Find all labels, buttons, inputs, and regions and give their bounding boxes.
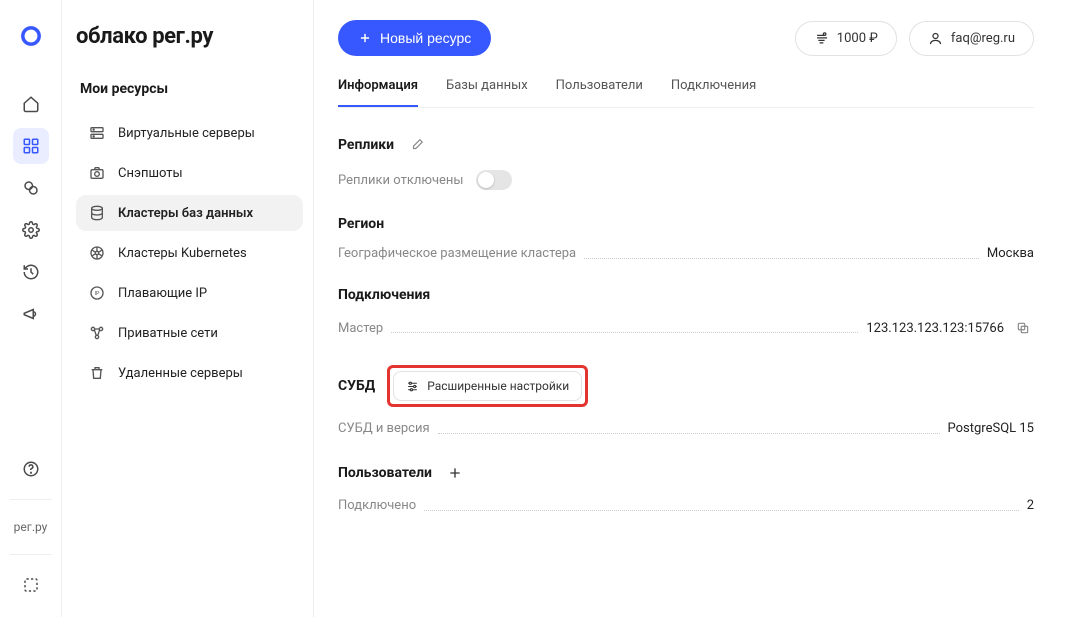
sidebar-item-floating-ip[interactable]: IP Плавающие IP [76, 275, 303, 311]
balance-value: 1000 ₽ [837, 31, 878, 46]
advanced-settings-button[interactable]: Расширенные настройки [393, 371, 582, 401]
copy-address-button[interactable] [1012, 317, 1034, 339]
database-icon [88, 205, 106, 221]
section-title: Пользователи [338, 465, 432, 481]
rail-history[interactable] [13, 254, 49, 290]
sidebar-item-label: Кластеры Kubernetes [118, 246, 247, 261]
sidebar-item-label: Кластеры баз данных [118, 206, 253, 221]
rail-collapse[interactable] [13, 567, 49, 603]
topbar: Новый ресурс 1000 ₽ faq@reg.ru [338, 20, 1034, 56]
section-title: Подключения [338, 287, 430, 303]
region-value: Москва [987, 246, 1034, 261]
section-connections: Подключения Мастер 123.123.123.123:15766 [338, 287, 1034, 339]
rail-help[interactable] [13, 451, 49, 487]
sidebar-item-label: Плавающие IP [118, 286, 207, 301]
sidebar-item-label: Виртуальные серверы [118, 126, 255, 141]
nav-list: Виртуальные серверы Снэпшоты Кластеры ба… [76, 115, 303, 391]
main-content: Новый ресурс 1000 ₽ faq@reg.ru Информаци… [314, 0, 1066, 617]
sidebar-item-label: Приватные сети [118, 326, 218, 341]
network-icon [88, 325, 106, 341]
rail-announce[interactable] [13, 296, 49, 332]
sidebar-item-private-net[interactable]: Приватные сети [76, 315, 303, 351]
sidebar: облако рег.ру Мои ресурсы Виртуальные се… [62, 0, 314, 617]
plus-icon [358, 31, 372, 45]
tabs: Информация Базы данных Пользователи Подк… [338, 78, 1034, 108]
section-title: Регион [338, 216, 384, 232]
section-replicas: Реплики Реплики отключены [338, 134, 1034, 190]
dotted-leader [584, 249, 979, 259]
sidebar-item-k8s[interactable]: Кластеры Kubernetes [76, 235, 303, 271]
sidebar-item-deleted[interactable]: Удаленные серверы [76, 355, 303, 391]
dotted-leader [424, 501, 1019, 511]
section-users: Пользователи Подключено 2 [338, 462, 1034, 513]
svg-text:IP: IP [95, 291, 100, 297]
app-title: облако рег.ру [76, 24, 303, 49]
rail-resources[interactable] [13, 128, 49, 164]
dotted-leader [391, 323, 858, 333]
sidebar-item-snapshots[interactable]: Снэпшоты [76, 155, 303, 191]
sidebar-item-label: Удаленные серверы [118, 366, 243, 381]
server-icon [88, 125, 106, 141]
dotted-leader [438, 424, 940, 434]
edit-replicas-button[interactable] [406, 134, 428, 156]
master-address: 123.123.123.123:15766 [866, 321, 1004, 336]
wallet-icon [814, 31, 829, 46]
rail-home[interactable] [13, 86, 49, 122]
sidebar-item-db-clusters[interactable]: Кластеры баз данных [76, 195, 303, 231]
ip-icon: IP [88, 285, 106, 301]
user-icon [928, 31, 943, 46]
sidebar-item-label: Снэпшоты [118, 166, 183, 181]
trash-icon [88, 365, 106, 381]
new-resource-button[interactable]: Новый ресурс [338, 20, 491, 56]
sidebar-item-vservers[interactable]: Виртуальные серверы [76, 115, 303, 151]
highlight-frame: Расширенные настройки [387, 365, 588, 407]
camera-icon [88, 165, 106, 181]
balance-pill[interactable]: 1000 ₽ [795, 21, 897, 56]
tab-databases[interactable]: Базы данных [446, 78, 528, 107]
advanced-settings-label: Расширенные настройки [427, 379, 569, 393]
sliders-icon [406, 380, 419, 393]
icon-rail: рег.ру [0, 0, 62, 617]
tab-connections[interactable]: Подключения [671, 78, 756, 107]
wheel-icon [88, 245, 106, 261]
cloud-logo-icon [17, 22, 45, 50]
replicas-toggle[interactable] [476, 170, 512, 190]
section-title: Реплики [338, 137, 394, 153]
tab-users[interactable]: Пользователи [556, 78, 643, 107]
account-pill[interactable]: faq@reg.ru [909, 21, 1034, 56]
row-label: Географическое размещение кластера [338, 246, 576, 261]
row-label: Подключено [338, 498, 416, 513]
rail-regru-label[interactable]: рег.ру [14, 520, 48, 534]
new-resource-label: Новый ресурс [380, 30, 471, 46]
sidebar-heading: Мои ресурсы [76, 81, 303, 97]
section-dbms: СУБД Расширенные настройки СУБД и версия… [338, 365, 1034, 436]
account-email: faq@reg.ru [951, 31, 1015, 46]
replicas-status-text: Реплики отключены [338, 173, 464, 188]
rail-billing[interactable] [13, 170, 49, 206]
tab-info[interactable]: Информация [338, 78, 418, 107]
row-label: СУБД и версия [338, 421, 430, 436]
row-label: Мастер [338, 321, 383, 336]
add-user-button[interactable] [444, 462, 466, 484]
rail-settings[interactable] [13, 212, 49, 248]
section-region: Регион Географическое размещение кластер… [338, 216, 1034, 261]
section-title: СУБД [338, 378, 375, 394]
dbms-value: PostgreSQL 15 [948, 421, 1034, 436]
users-count: 2 [1027, 498, 1034, 513]
